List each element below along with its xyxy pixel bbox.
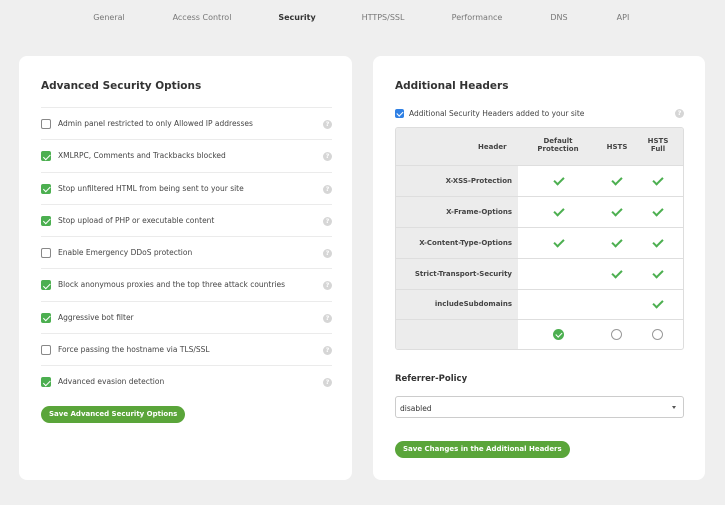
security-headers-label: Additional Security Headers added to you… bbox=[409, 109, 585, 118]
column-header-default-line1: Default bbox=[543, 137, 573, 145]
check-icon bbox=[610, 207, 623, 217]
check-icon bbox=[610, 238, 623, 248]
save-advanced-security-button[interactable]: Save Advanced Security Options bbox=[41, 406, 186, 423]
option-label: Stop upload of PHP or executable content bbox=[58, 215, 215, 225]
option-checkbox[interactable] bbox=[41, 151, 51, 162]
option-label: Aggressive bot filter bbox=[58, 312, 134, 322]
check-icon bbox=[610, 176, 623, 186]
header-row-x-xss-protection: X-XSS-Protection bbox=[445, 177, 512, 185]
option-label: Enable Emergency DDoS protection bbox=[58, 248, 193, 258]
check-icon bbox=[651, 207, 664, 217]
option-label: Advanced evasion detection bbox=[58, 377, 165, 387]
tab-dns[interactable]: DNS bbox=[550, 13, 567, 22]
help-icon[interactable]: ? bbox=[323, 216, 332, 226]
check-icon bbox=[552, 207, 565, 217]
option-label: Stop unfiltered HTML from being sent to … bbox=[58, 183, 244, 193]
help-icon[interactable]: ? bbox=[323, 120, 332, 129]
caret-down-icon bbox=[672, 406, 676, 409]
save-additional-headers-button[interactable]: Save Changes in the Additional Headers bbox=[395, 441, 570, 458]
option-checkbox[interactable] bbox=[41, 280, 51, 291]
row-divider bbox=[396, 258, 683, 259]
advanced-options-list: Admin panel restricted to only Allowed I… bbox=[41, 107, 332, 398]
help-icon[interactable]: ? bbox=[323, 281, 332, 291]
option-row: Enable Emergency DDoS protection ? bbox=[41, 236, 332, 268]
option-checkbox[interactable] bbox=[41, 119, 51, 129]
row-divider bbox=[396, 289, 683, 290]
column-header-hsts: HSTS bbox=[606, 143, 628, 151]
help-icon[interactable]: ? bbox=[323, 249, 332, 259]
additional-headers-panel: Additional Headers Additional Security H… bbox=[373, 56, 705, 480]
option-checkbox[interactable] bbox=[41, 215, 51, 226]
option-label: XMLRPC, Comments and Trackbacks blocked bbox=[58, 151, 226, 161]
help-icon[interactable]: ? bbox=[323, 313, 332, 323]
check-icon bbox=[552, 176, 565, 186]
security-headers-toggle-row: Additional Security Headers added to you… bbox=[395, 108, 684, 120]
option-row: Stop unfiltered HTML from being sent to … bbox=[41, 171, 332, 204]
radio-hsts-full[interactable] bbox=[652, 329, 663, 340]
referrer-policy-title: Referrer-Policy bbox=[395, 374, 468, 384]
header-row-x-frame-options: X-Frame-Options bbox=[446, 208, 512, 216]
option-row: Force passing the hostname via TLS/SSL ? bbox=[41, 333, 332, 365]
option-row: Advanced evasion detection ? bbox=[41, 365, 332, 397]
referrer-policy-value: disabled bbox=[400, 404, 432, 413]
additional-headers-title: Additional Headers bbox=[395, 80, 509, 92]
option-checkbox[interactable] bbox=[41, 345, 51, 356]
radio-hsts[interactable] bbox=[611, 329, 622, 340]
option-row: Admin panel restricted to only Allowed I… bbox=[41, 107, 332, 139]
row-divider bbox=[396, 319, 683, 320]
tab-https-ssl[interactable]: HTTPS/SSL bbox=[362, 13, 405, 22]
help-icon[interactable]: ? bbox=[323, 378, 332, 388]
tab-access-control[interactable]: Access Control bbox=[173, 13, 232, 22]
column-header-hsts-full: HSTS Full bbox=[641, 137, 675, 153]
check-icon bbox=[651, 299, 664, 309]
option-label: Block anonymous proxies and the top thre… bbox=[58, 280, 286, 290]
headers-table: Header Default Protection HSTS HSTS Full… bbox=[395, 127, 684, 350]
advanced-security-panel: Advanced Security Options Admin panel re… bbox=[19, 56, 352, 480]
row-divider bbox=[396, 227, 683, 228]
column-header-default-line2: Protection bbox=[537, 145, 579, 153]
top-nav: General Access Control Security HTTPS/SS… bbox=[0, 13, 725, 27]
help-icon[interactable]: ? bbox=[323, 346, 332, 356]
option-row: Stop upload of PHP or executable content… bbox=[41, 203, 332, 236]
option-checkbox[interactable] bbox=[41, 183, 51, 194]
check-icon bbox=[610, 269, 623, 279]
option-label: Force passing the hostname via TLS/SSL bbox=[58, 345, 210, 355]
check-icon bbox=[651, 238, 664, 248]
header-row-x-content-type-options: X-Content-Type-Options bbox=[419, 239, 512, 247]
row-divider bbox=[396, 165, 683, 166]
tab-api[interactable]: API bbox=[617, 13, 630, 22]
advanced-security-title: Advanced Security Options bbox=[41, 80, 202, 92]
column-header-header: Header bbox=[478, 143, 507, 151]
help-icon[interactable]: ? bbox=[675, 109, 684, 118]
option-row: XMLRPC, Comments and Trackbacks blocked … bbox=[41, 139, 332, 171]
radio-default-protection[interactable] bbox=[553, 329, 564, 340]
header-row-strict-transport-security: Strict-Transport-Security bbox=[414, 270, 512, 278]
column-header-hsts-full-line1: HSTS bbox=[647, 137, 669, 145]
help-icon[interactable]: ? bbox=[323, 184, 332, 194]
check-icon bbox=[651, 269, 664, 279]
check-icon bbox=[552, 238, 565, 248]
help-icon[interactable]: ? bbox=[323, 152, 332, 162]
column-header-default: Default Protection bbox=[523, 137, 593, 153]
option-label: Admin panel restricted to only Allowed I… bbox=[58, 119, 253, 128]
option-row: Aggressive bot filter ? bbox=[41, 300, 332, 333]
option-checkbox[interactable] bbox=[41, 248, 51, 259]
tab-general[interactable]: General bbox=[93, 13, 125, 22]
header-row-include-subdomains: includeSubdomains bbox=[434, 300, 512, 308]
option-row: Block anonymous proxies and the top thre… bbox=[41, 268, 332, 300]
option-checkbox[interactable] bbox=[41, 377, 51, 388]
security-headers-checkbox[interactable] bbox=[395, 109, 404, 118]
referrer-policy-select[interactable]: disabled bbox=[395, 396, 684, 418]
column-header-hsts-full-line2: Full bbox=[650, 145, 666, 153]
row-divider bbox=[396, 196, 683, 197]
tab-performance[interactable]: Performance bbox=[452, 13, 503, 22]
option-checkbox[interactable] bbox=[41, 312, 51, 323]
tab-security[interactable]: Security bbox=[278, 13, 315, 22]
check-icon bbox=[651, 176, 664, 186]
